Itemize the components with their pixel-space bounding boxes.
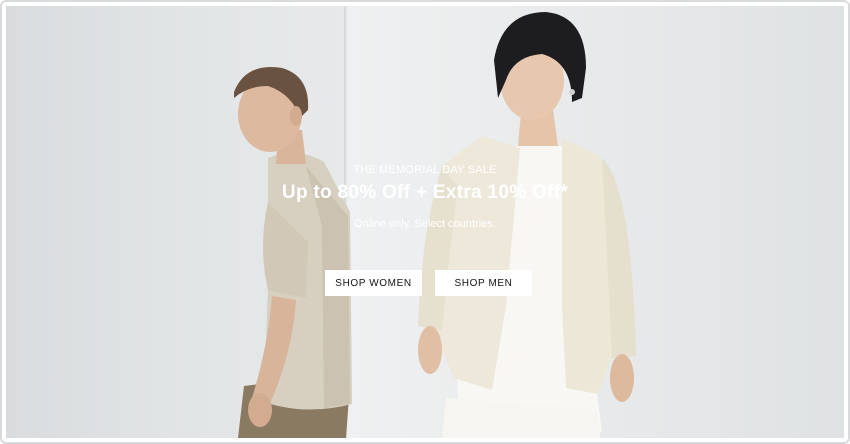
shop-women-button[interactable]: SHOP WOMEN bbox=[325, 270, 422, 296]
sale-headline: Up to 80% Off + Extra 10% Off* bbox=[281, 182, 569, 203]
shop-men-button[interactable]: SHOP MEN bbox=[435, 270, 532, 296]
browser-frame: THE MEMORIAL DAY SALE Up to 80% Off + Ex… bbox=[0, 0, 850, 444]
sale-subline: Online only. Select countries. bbox=[354, 218, 496, 230]
hero-overlay: THE MEMORIAL DAY SALE Up to 80% Off + Ex… bbox=[6, 6, 844, 438]
sale-kicker: THE MEMORIAL DAY SALE bbox=[353, 164, 497, 176]
